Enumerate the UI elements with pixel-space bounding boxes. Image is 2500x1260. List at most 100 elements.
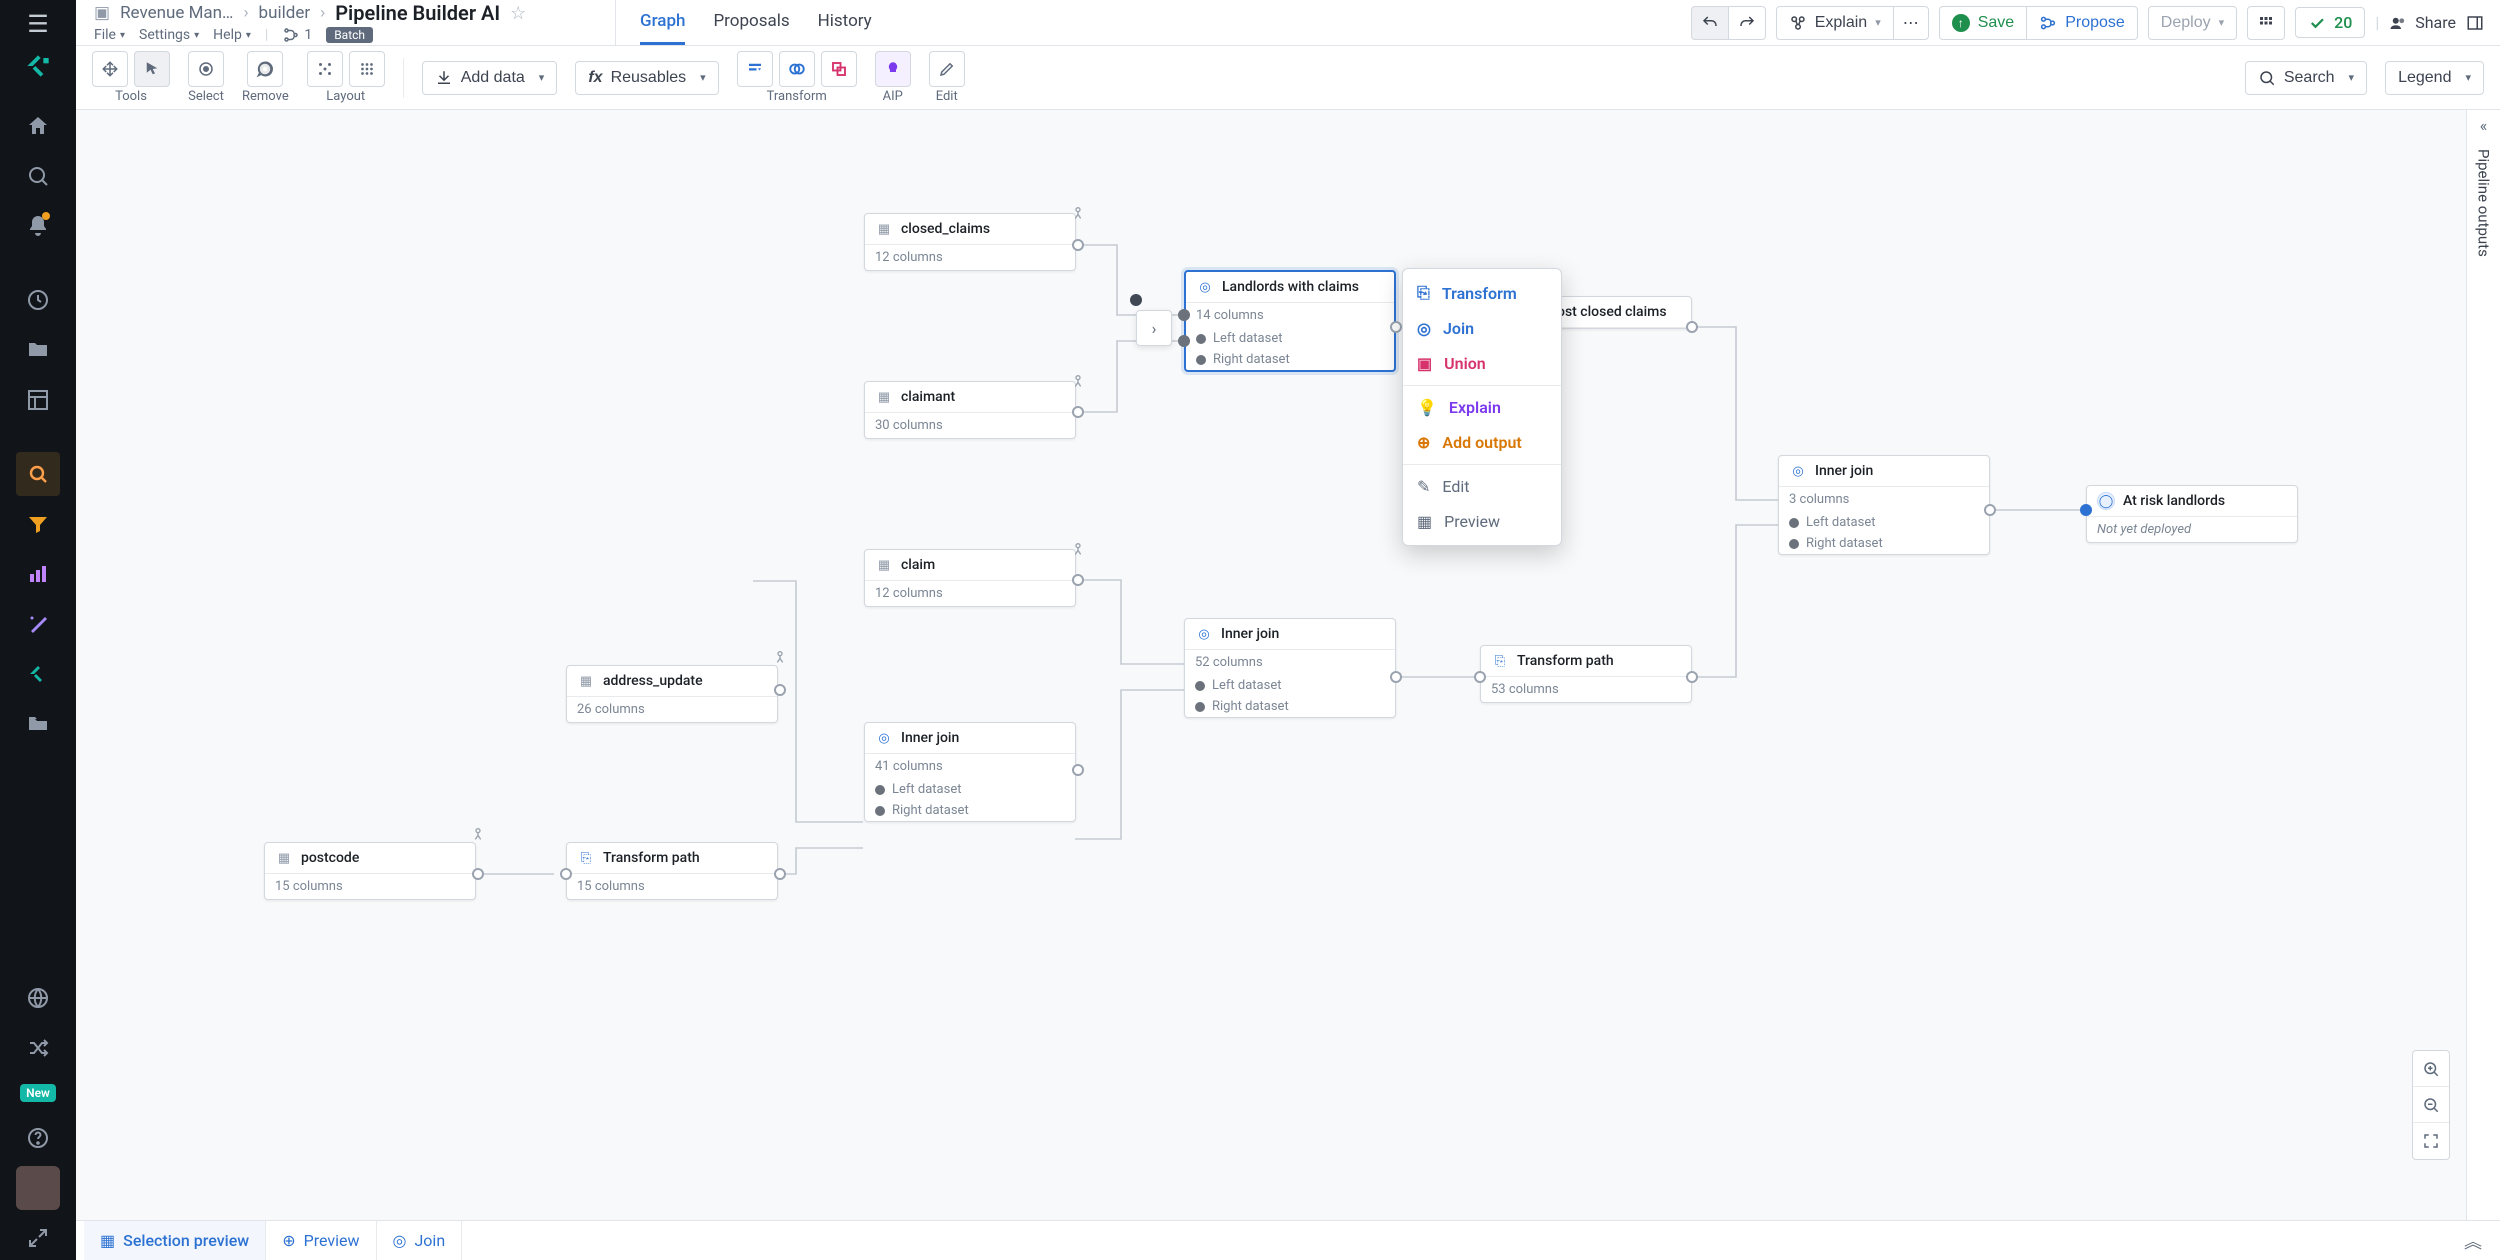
join-tool[interactable] (779, 51, 815, 87)
notifications-icon[interactable] (16, 204, 60, 248)
share-button[interactable]: Share (2389, 13, 2456, 32)
legend-button[interactable]: Legend (2385, 61, 2484, 95)
deploy-button[interactable]: Deploy ▾ (2148, 6, 2237, 40)
node-claim[interactable]: ▦claim 12 columns (864, 549, 1076, 607)
history-rail-icon[interactable] (16, 278, 60, 322)
right-panel-toggle[interactable] (2466, 14, 2484, 32)
node-address-update[interactable]: ▦address_update 26 columns (566, 665, 778, 723)
top-bar: ▣ Revenue Man… › builder › Pipeline Buil… (76, 0, 2500, 46)
node-landlords-with-claims[interactable]: ◎Landlords with claims 14 columns Left d… (1184, 270, 1396, 372)
tab-history[interactable]: History (818, 0, 872, 45)
undo-redo-group (1691, 6, 1766, 40)
more-button[interactable]: ⋯ (1893, 6, 1929, 40)
expand-node-button[interactable]: › (1136, 310, 1172, 346)
remove-tool[interactable] (247, 51, 283, 87)
user-avatar[interactable] (16, 1166, 60, 1210)
chart-rail-icon[interactable] (16, 552, 60, 596)
bottom-join[interactable]: ◎Join (377, 1221, 463, 1260)
add-data-button[interactable]: Add data (422, 61, 558, 95)
redo-button[interactable] (1728, 6, 1766, 40)
right-panel-collapsed[interactable]: « Pipeline outputs (2466, 110, 2500, 1220)
node-inner-join-2[interactable]: ◎Inner join 52 columns Left dataset Righ… (1184, 618, 1396, 718)
wand-rail-icon[interactable] (16, 602, 60, 646)
settings-menu[interactable]: Settings ▾ (139, 27, 199, 43)
branch-count[interactable]: 1 (282, 26, 312, 44)
filter-rail-icon[interactable] (16, 502, 60, 546)
tab-proposals[interactable]: Proposals (713, 0, 789, 45)
node-transform-path-2[interactable]: ⎘Transform path 53 columns (1480, 645, 1692, 703)
collapse-left-icon[interactable]: « (2480, 116, 2488, 135)
star-icon[interactable]: ☆ (510, 3, 526, 24)
home-icon[interactable] (16, 104, 60, 148)
zoom-in-button[interactable] (2413, 1051, 2449, 1087)
canvas[interactable]: ▦closed_claims 12 columns ▦claimant 30 c… (76, 110, 2500, 1220)
undo-button[interactable] (1691, 6, 1728, 40)
page-title: Pipeline Builder AI (335, 1, 500, 25)
pipeline-rail-icon[interactable] (16, 652, 60, 696)
globe-rail-icon[interactable] (16, 976, 60, 1020)
search-button[interactable]: Search (2245, 61, 2367, 95)
folder-icon: ▣ (94, 3, 110, 23)
main-area: ▣ Revenue Man… › builder › Pipeline Buil… (76, 0, 2500, 1260)
help-rail-icon[interactable] (16, 1116, 60, 1160)
folder-rail-icon[interactable] (16, 328, 60, 372)
reusables-button[interactable]: fx Reusables (575, 61, 718, 95)
file-menu[interactable]: File ▾ (94, 27, 125, 43)
app-logo[interactable] (16, 44, 60, 88)
node-at-risk-landlords[interactable]: ◯At risk landlords Not yet deployed (2086, 485, 2298, 543)
query-rail-icon[interactable] (16, 452, 60, 496)
breadcrumb-builder[interactable]: builder (259, 3, 311, 23)
ctx-explain[interactable]: 💡Explain (1403, 390, 1561, 425)
ctx-union[interactable]: ▣Union (1403, 346, 1561, 381)
node-postcode[interactable]: ▦postcode 15 columns (264, 842, 476, 900)
node-transform-path-1[interactable]: ⎘Transform path 15 columns (566, 842, 778, 900)
batch-badge: Batch (326, 27, 373, 43)
waffle-button[interactable] (2247, 6, 2285, 40)
layout-label: Layout (326, 89, 365, 104)
warning-count[interactable]: 20 (2295, 7, 2365, 38)
node-inner-join-3[interactable]: ◎Inner join 3 columns Left dataset Right… (1778, 455, 1990, 555)
layout-rail-icon[interactable] (16, 378, 60, 422)
node-closed-claims[interactable]: ▦closed_claims 12 columns (864, 213, 1076, 271)
explain-button[interactable]: Explain ▾ (1776, 6, 1893, 40)
search-rail-icon[interactable] (16, 154, 60, 198)
zoom-out-button[interactable] (2413, 1087, 2449, 1123)
node-claimant[interactable]: ▦claimant 30 columns (864, 381, 1076, 439)
help-menu[interactable]: Help ▾ (213, 27, 251, 43)
move-tool[interactable] (92, 51, 128, 87)
ctx-preview[interactable]: ▦Preview (1403, 504, 1561, 539)
layout-grid[interactable] (349, 51, 385, 87)
toolbar: Tools Select Remove Layout Add data fx R… (76, 46, 2500, 110)
save-button[interactable]: ↑Save (1939, 6, 2026, 40)
aip-tool[interactable] (875, 51, 911, 87)
top-actions: Explain ▾ ⋯ ↑Save Propose Deploy ▾ 20 | … (1691, 0, 2500, 45)
layout-auto[interactable] (307, 51, 343, 87)
files-rail-icon[interactable] (16, 702, 60, 746)
ctx-transform[interactable]: ⎘Transform (1403, 275, 1561, 311)
propose-button[interactable]: Propose (2026, 6, 2138, 40)
bottom-collapse[interactable]: ︽ (2454, 1228, 2492, 1254)
pointer-tool[interactable] (134, 51, 170, 87)
ctx-edit[interactable]: ✎Edit (1403, 469, 1561, 504)
expand-rail-icon[interactable] (16, 1216, 60, 1260)
ctx-add-output[interactable]: ⊕Add output (1403, 425, 1561, 460)
breadcrumb-block: ▣ Revenue Man… › builder › Pipeline Buil… (76, 0, 616, 45)
breadcrumb-root[interactable]: Revenue Man… (120, 3, 233, 23)
menu-toggle-icon[interactable]: ☰ (27, 10, 49, 38)
bottom-selection-preview[interactable]: ▦Selection preview (84, 1221, 266, 1260)
tab-graph[interactable]: Graph (640, 0, 685, 45)
right-panel-label: Pipeline outputs (2475, 149, 2493, 257)
select-tool[interactable] (188, 51, 224, 87)
edit-tool[interactable] (929, 51, 965, 87)
left-rail: ☰ New (0, 0, 76, 1260)
ctx-join[interactable]: ◎Join (1403, 311, 1561, 346)
shuffle-rail-icon[interactable] (16, 1026, 60, 1070)
node-inner-join-1[interactable]: ◎Inner join 41 columns Left dataset Righ… (864, 722, 1076, 822)
transform-tool[interactable] (737, 51, 773, 87)
transform-label: Transform (767, 89, 827, 104)
union-tool[interactable] (821, 51, 857, 87)
zoom-controls (2412, 1050, 2450, 1160)
zoom-fit-button[interactable] (2413, 1123, 2449, 1159)
bottom-preview[interactable]: ⊕Preview (266, 1221, 376, 1260)
chevron-right-icon: › (320, 3, 325, 23)
